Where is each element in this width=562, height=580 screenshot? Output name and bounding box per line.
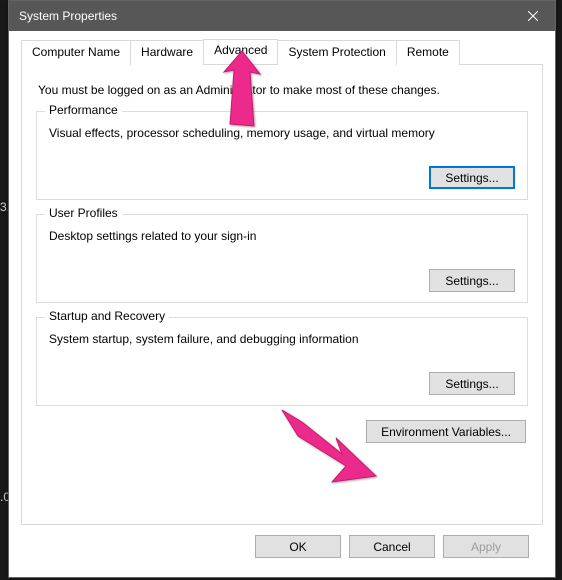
performance-group: Performance Visual effects, processor sc… [36, 111, 528, 200]
user-profiles-desc: Desktop settings related to your sign-in [49, 229, 515, 243]
window-title: System Properties [19, 9, 117, 23]
advanced-panel: You must be logged on as an Administrato… [21, 65, 543, 525]
startup-recovery-title: Startup and Recovery [45, 309, 169, 323]
system-properties-window: System Properties Computer Name Hardware… [8, 0, 556, 578]
titlebar: System Properties [9, 1, 555, 31]
cancel-button[interactable]: Cancel [349, 535, 435, 558]
tab-system-protection[interactable]: System Protection [277, 40, 396, 65]
tab-strip: Computer Name Hardware Advanced System P… [21, 39, 543, 65]
dialog-button-row: OK Cancel Apply [21, 525, 543, 558]
performance-desc: Visual effects, processor scheduling, me… [49, 126, 515, 140]
tab-advanced[interactable]: Advanced [203, 39, 278, 64]
user-profiles-group: User Profiles Desktop settings related t… [36, 214, 528, 303]
apply-button[interactable]: Apply [443, 535, 529, 558]
user-profiles-settings-button[interactable]: Settings... [429, 269, 515, 292]
tab-computer-name[interactable]: Computer Name [21, 40, 131, 65]
ok-button[interactable]: OK [255, 535, 341, 558]
close-button[interactable] [510, 1, 555, 31]
tab-hardware[interactable]: Hardware [130, 40, 204, 65]
startup-recovery-group: Startup and Recovery System startup, sys… [36, 317, 528, 406]
tab-remote[interactable]: Remote [396, 40, 460, 65]
startup-recovery-settings-button[interactable]: Settings... [429, 372, 515, 395]
environment-variables-button[interactable]: Environment Variables... [366, 420, 526, 443]
user-profiles-title: User Profiles [45, 206, 122, 220]
admin-notice: You must be logged on as an Administrato… [38, 83, 528, 97]
performance-settings-button[interactable]: Settings... [429, 166, 515, 189]
content-area: Computer Name Hardware Advanced System P… [9, 31, 555, 570]
performance-title: Performance [45, 103, 122, 117]
startup-recovery-desc: System startup, system failure, and debu… [49, 332, 515, 346]
close-icon [528, 11, 538, 21]
